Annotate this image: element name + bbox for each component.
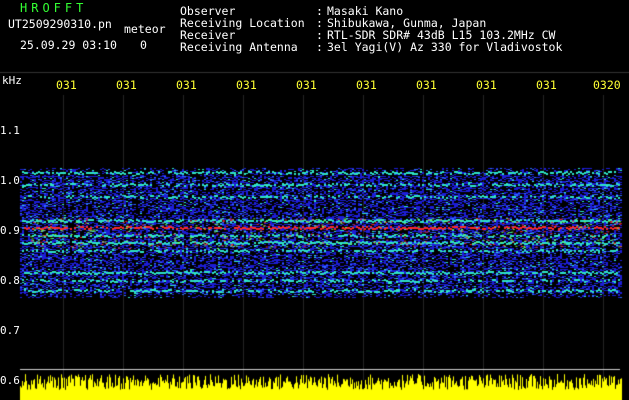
x-tick-label: 031 [536,78,557,92]
x-tick-label: 031 [476,78,497,92]
x-tick-label: 031 [236,78,257,92]
y-tick-label: 0.7 [0,324,20,337]
y-tick-label: 1.1 [0,124,20,137]
meteor-tag: meteor [124,22,166,36]
x-tick-label: 031 [116,78,137,92]
y-tick-label: 0.6 [0,374,20,387]
x-tick-label: 031 [416,78,437,92]
info-key-antenna: Receiving Antenna [180,40,298,54]
counter-label: 0 [140,38,147,52]
x-tick-label: 031 [296,78,317,92]
x-tick-label: 031 [356,78,377,92]
y-tick-label: 0.9 [0,224,20,237]
x-tick-label: 0320 [593,78,621,92]
info-value-antenna: 3el Yagi(V) Az 330 for Vladivostok [327,40,563,54]
info-sep-antenna: : [316,40,323,54]
x-tick-label: 031 [56,78,77,92]
filename-label: UT2509290310.pn [8,17,112,31]
y-tick-label: 1.0 [0,174,20,187]
y-tick-label: 0.8 [0,274,20,287]
y-axis-unit: kHz [2,74,22,87]
spectrogram-canvas [0,0,629,400]
x-tick-label: 031 [176,78,197,92]
brand-title: HROFFT [20,1,88,15]
datetime-label: 25.09.29 03:10 [20,38,117,52]
